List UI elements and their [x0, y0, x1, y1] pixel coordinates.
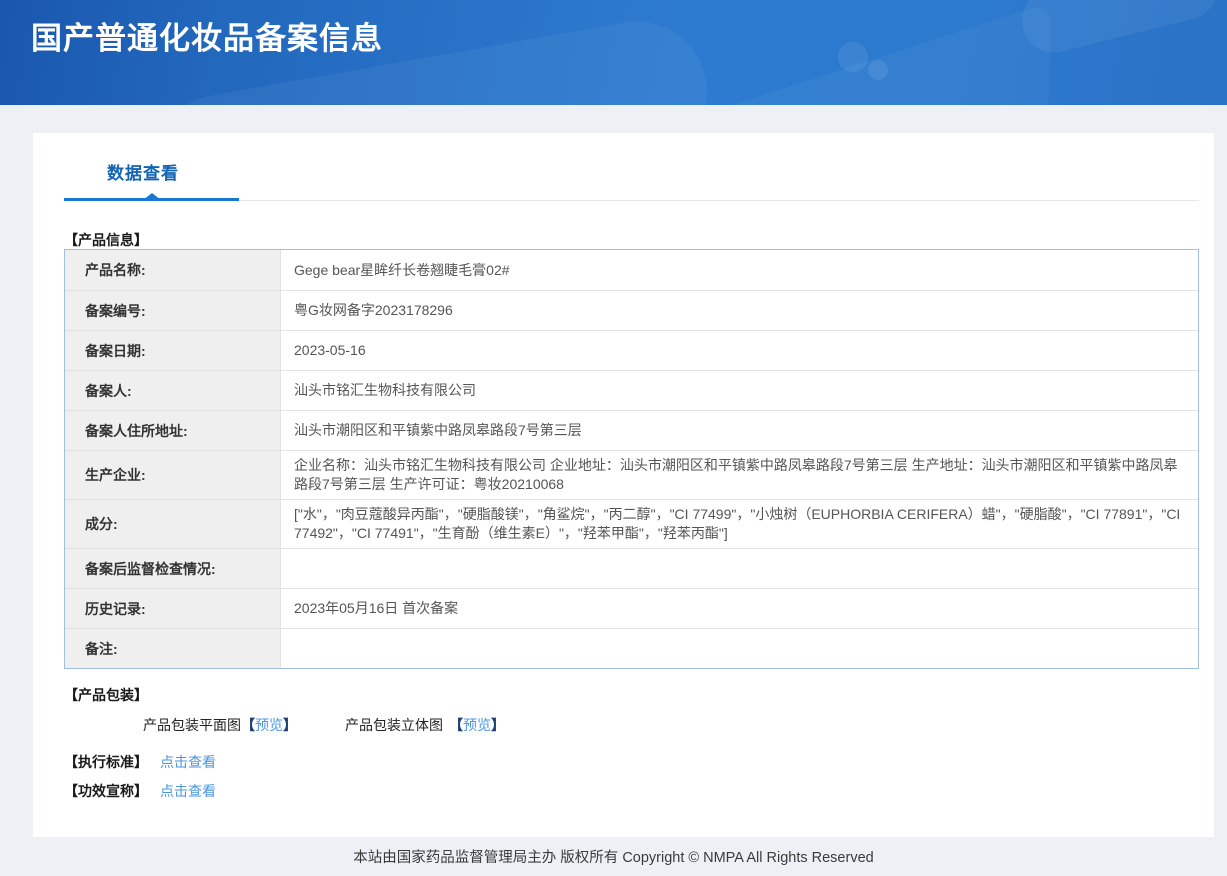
row-label: 历史记录:: [65, 589, 281, 628]
header-decoration-circle: [838, 42, 868, 72]
page-header: 国产普通化妆品备案信息: [0, 0, 1227, 105]
row-value: 2023-05-16: [294, 342, 366, 358]
preview-solid-link[interactable]: 预览: [463, 717, 491, 733]
header-decoration-circle: [868, 60, 888, 80]
table-row: 历史记录: 2023年05月16日 首次备案: [65, 589, 1198, 629]
row-label: 备案人住所地址:: [65, 411, 281, 450]
row-value: ["水"，"肉豆蔻酸异丙酯"，"硬脂酸镁"，"角鲨烷"，"丙二醇"，"CI 77…: [294, 506, 1181, 541]
packaging-solid-label: 产品包装立体图: [345, 717, 443, 733]
efficacy-view-link[interactable]: 点击查看: [160, 783, 216, 799]
row-value: [281, 629, 1198, 668]
product-info-table: 产品名称: Gege bear星眸纤长卷翘睫毛膏02# 备案编号: 粤G妆网备字…: [64, 249, 1199, 669]
tab-divider-line: [64, 193, 1199, 201]
packaging-flat-item: 产品包装平面图【预览】: [143, 715, 297, 735]
row-label: 产品名称:: [65, 250, 281, 290]
row-value: 企业名称：汕头市铭汇生物科技有限公司 企业地址：汕头市潮阳区和平镇紫中路凤皋路段…: [294, 457, 1178, 492]
standard-section: 【执行标准】 点击查看: [64, 752, 216, 772]
bracket-close: 】: [491, 717, 505, 733]
row-label: 成分:: [65, 500, 281, 548]
tab-data-view[interactable]: 数据查看: [107, 159, 179, 184]
row-label: 备注:: [65, 629, 281, 668]
table-row: 成分: ["水"，"肉豆蔻酸异丙酯"，"硬脂酸镁"，"角鲨烷"，"丙二醇"，"C…: [65, 500, 1198, 549]
page-title: 国产普通化妆品备案信息: [31, 21, 383, 56]
row-value: 2023年05月16日 首次备案: [294, 600, 459, 616]
packaging-solid-item: 产品包装立体图 【预览】: [345, 715, 505, 735]
table-row: 备案人住所地址: 汕头市潮阳区和平镇紫中路凤皋路段7号第三层: [65, 411, 1198, 451]
row-value: [281, 549, 1198, 588]
active-tab-arrow: [143, 193, 161, 200]
table-row: 备案人: 汕头市铭汇生物科技有限公司: [65, 371, 1198, 411]
table-row: 备案编号: 粤G妆网备字2023178296: [65, 291, 1198, 331]
row-value: 汕头市潮阳区和平镇紫中路凤皋路段7号第三层: [294, 422, 582, 438]
row-value: 粤G妆网备字2023178296: [294, 302, 453, 318]
header-decoration-shape: [1015, 0, 1225, 60]
row-label: 生产企业:: [65, 451, 281, 499]
copyright-text: 本站由国家药品监督管理局主办 版权所有 Copyright © NMPA All…: [353, 850, 874, 866]
page-footer: 本站由国家药品监督管理局主办 版权所有 Copyright © NMPA All…: [0, 837, 1227, 876]
preview-flat-link[interactable]: 预览: [255, 717, 283, 733]
table-row: 备案日期: 2023-05-16: [65, 331, 1198, 371]
row-label: 备案后监督检查情况:: [65, 549, 281, 588]
bracket-open: 【: [241, 717, 255, 733]
section-title-standard: 【执行标准】: [64, 754, 148, 770]
standard-view-link[interactable]: 点击查看: [160, 754, 216, 770]
table-row: 生产企业: 企业名称：汕头市铭汇生物科技有限公司 企业地址：汕头市潮阳区和平镇紫…: [65, 451, 1198, 500]
table-row: 备案后监督检查情况:: [65, 549, 1198, 589]
content-card: 数据查看 【产品信息】 产品名称: Gege bear星眸纤长卷翘睫毛膏02# …: [33, 133, 1214, 837]
table-row: 备注:: [65, 629, 1198, 668]
table-row: 产品名称: Gege bear星眸纤长卷翘睫毛膏02#: [65, 250, 1198, 291]
efficacy-section: 【功效宣称】 点击查看: [64, 781, 216, 801]
section-title-product-info: 【产品信息】: [64, 232, 148, 248]
row-value: 汕头市铭汇生物科技有限公司: [294, 382, 476, 398]
packaging-flat-label: 产品包装平面图: [143, 717, 241, 733]
section-title-packaging: 【产品包装】: [64, 687, 148, 703]
row-value: Gege bear星眸纤长卷翘睫毛膏02#: [294, 261, 510, 278]
row-label: 备案日期:: [65, 331, 281, 370]
row-label: 备案人:: [65, 371, 281, 410]
section-title-efficacy: 【功效宣称】: [64, 783, 148, 799]
row-label: 备案编号:: [65, 291, 281, 330]
bracket-open: 【: [449, 717, 463, 733]
bracket-close: 】: [283, 717, 297, 733]
